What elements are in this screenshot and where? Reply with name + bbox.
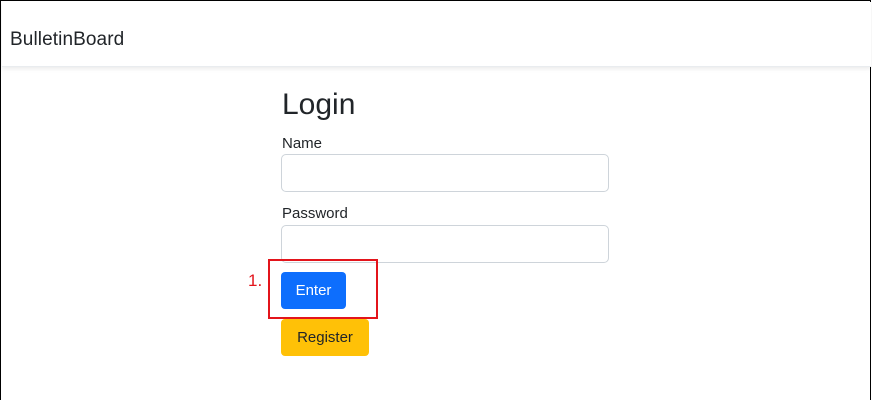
page-title: Login — [282, 88, 356, 121]
annotation-highlight-box — [268, 259, 378, 319]
name-input[interactable] — [281, 154, 609, 192]
register-button[interactable]: Register — [281, 319, 369, 356]
password-label: Password — [282, 205, 348, 222]
navbar-brand[interactable]: BulletinBoard — [10, 29, 124, 51]
page-frame: BulletinBoard Login Name Password Enter … — [0, 0, 871, 400]
navbar: BulletinBoard — [2, 2, 871, 67]
name-label: Name — [282, 135, 323, 152]
annotation-step-label: 1. — [248, 271, 263, 290]
password-input[interactable] — [281, 225, 609, 263]
